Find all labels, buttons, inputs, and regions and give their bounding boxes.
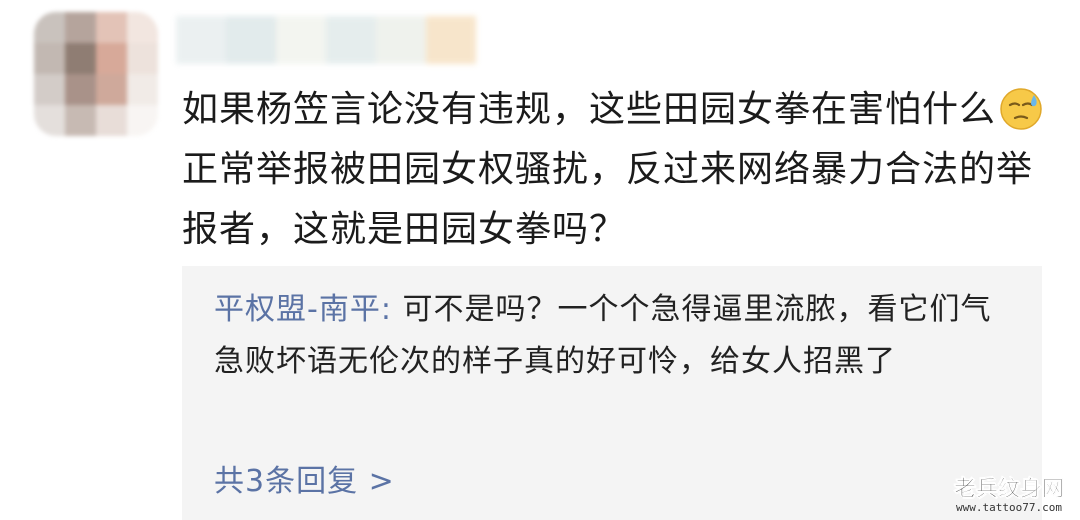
comment-screen: 如果杨笠言论没有违规，这些田园女拳在害怕什么 正常举报被田园女权骚扰，反过来网络… [0,0,1080,520]
reply-separator: : [380,292,403,327]
comment-text-part1: 如果杨笠言论没有违规，这些田园女拳在害怕什么 [182,89,997,130]
watermark: 老兵纹身网 www.tattoo77.com [953,471,1065,514]
sweat-face-emoji-icon [1000,88,1042,130]
comment-text: 如果杨笠言论没有违规，这些田园女拳在害怕什么 正常举报被田园女权骚扰，反过来网络… [182,80,1052,260]
comment-text-part2: 正常举报被田园女权骚扰，反过来网络暴力合法的举报者，这就是田园女拳吗？ [182,149,1034,250]
reply-item: 平权盟-南平: 可不是吗？一个个急得逼里流脓，看它们气急败坏语无伦次的样子真的好… [214,284,1014,388]
avatar[interactable] [34,12,158,136]
more-replies-link[interactable]: 共3条回复 > [214,462,395,502]
watermark-url: www.tattoo77.com [956,501,1062,514]
watermark-title: 老兵纹身网 [953,476,1065,503]
reply-box: 平权盟-南平: 可不是吗？一个个急得逼里流脓，看它们气急败坏语无伦次的样子真的好… [182,266,1042,520]
username-blurred[interactable] [176,16,476,64]
reply-author[interactable]: 平权盟-南平 [214,292,381,327]
